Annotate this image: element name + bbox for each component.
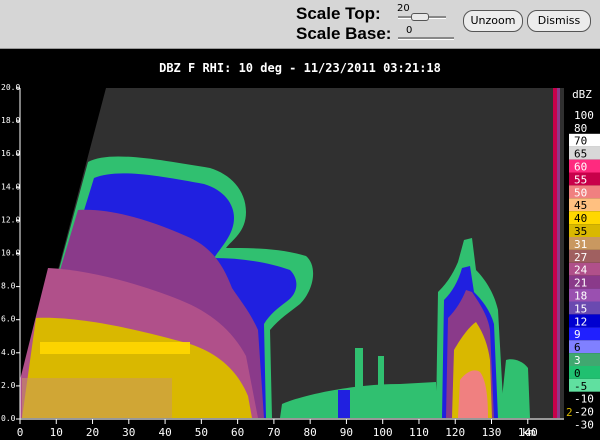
colorbar-unit: dBZ [572, 88, 592, 101]
x-tick-label: 40 [158, 426, 171, 439]
colorbar-label: 15 [574, 302, 587, 315]
echo-edge-strip [553, 88, 557, 418]
colorbar-label: 45 [574, 199, 587, 212]
colorbar-label: 3 [574, 354, 581, 367]
echo-spike-a [355, 348, 363, 396]
colorbar-label: 100 [574, 109, 594, 122]
y-tick-label: 18.0 [1, 116, 20, 125]
x-tick-label: 100 [373, 426, 393, 439]
x-tick-label: 10 [50, 426, 63, 439]
x-tick-label: 20 [86, 426, 99, 439]
colorbar-label: 21 [574, 277, 587, 290]
y-tick-label: 20.0 [1, 83, 20, 92]
echo-edge-strip-2 [557, 88, 560, 418]
rhi-plot: 0 10 20 30 40 50 60 70 80 90 100 110 120 130 140 0.02.… [1, 83, 600, 439]
y-tick-label: 2.0 [1, 381, 16, 390]
y-tick-label: 0.0 [1, 414, 16, 423]
colorbar-label: -5 [574, 380, 587, 393]
x-tick-label: 60 [231, 426, 244, 439]
colorbar-label: 24 [574, 264, 588, 277]
x-tick-label: 110 [409, 426, 429, 439]
y-axis-ticks: 0.0 2.0 4.0 6.0 8.0 10.0 12.0 14.0 16.0 18.0 20.0 [1, 83, 20, 423]
echo-cell-small [338, 390, 350, 418]
x-tick-label: 30 [122, 426, 135, 439]
x-axis-unit: km [522, 426, 536, 439]
colorbar-label: 80 [574, 122, 587, 135]
colorbar-label: 6 [574, 341, 581, 354]
colorbar-label: 50 [574, 186, 587, 199]
colorbar-label: 12 [574, 315, 587, 328]
colorbar-label: -30 [574, 419, 594, 432]
y-tick-label: 12.0 [1, 215, 20, 224]
colorbar-label: 27 [574, 251, 587, 264]
x-tick-label: 70 [267, 426, 280, 439]
colorbar-label: 31 [574, 238, 587, 251]
y-tick-label: 16.0 [1, 149, 20, 158]
colorbar-label: -20 [574, 406, 594, 419]
x-tick-label: 90 [340, 426, 353, 439]
x-tick-label: 130 [482, 426, 502, 439]
echo-spike-b [378, 356, 384, 394]
x-tick-label: 120 [445, 426, 465, 439]
y-tick-label: 10.0 [1, 249, 20, 258]
colorbar-label: 35 [574, 225, 587, 238]
x-tick-label: 0 [17, 426, 24, 439]
y-tick-label: 14.0 [1, 182, 20, 191]
colorbar-label: 0 [574, 367, 581, 380]
colorbar-label: 60 [574, 161, 587, 174]
y-tick-label: 6.0 [1, 315, 16, 324]
colorbar-label: 18 [574, 290, 587, 303]
colorbar-label: 9 [574, 328, 581, 341]
echo-bright-band [40, 342, 190, 354]
colorbar-edge-mark: 2 [566, 406, 573, 419]
y-tick-label: 8.0 [1, 282, 16, 291]
colorbar-label: 65 [574, 148, 587, 161]
x-tick-label: 80 [304, 426, 317, 439]
colorbar-label: -10 [574, 393, 594, 406]
x-axis-ticks: 0 10 20 30 40 50 60 70 80 90 100 110 120 130 140 [17, 419, 538, 439]
echo-low-band [22, 378, 172, 418]
colorbar-label: 40 [574, 212, 587, 225]
colorbar-label: 55 [574, 173, 587, 186]
y-tick-label: 4.0 [1, 348, 16, 357]
colorbar-label: 70 [574, 135, 587, 148]
x-tick-label: 50 [195, 426, 208, 439]
colorbar: 100807065605550454035312724211815129630-… [569, 108, 600, 432]
